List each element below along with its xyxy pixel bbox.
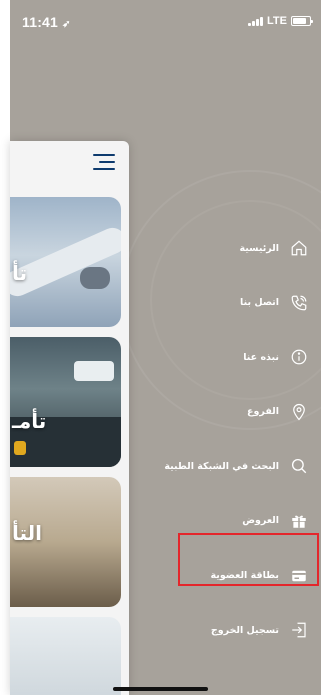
menu-item-label: اتصل بنا: [240, 297, 279, 309]
home-icon: [289, 238, 309, 258]
card-title: التأ: [12, 521, 43, 545]
side-menu: الرئيسية اتصل بنا نبذه عنا الفروع البحث …: [139, 230, 309, 667]
highlight-box: [178, 533, 319, 586]
vehicle-image: [74, 361, 114, 381]
status-indicators: LTE: [248, 15, 313, 27]
card-title: تأ: [12, 261, 28, 285]
info-icon: [289, 347, 309, 367]
time-text: 11:41: [22, 14, 59, 30]
phone-icon: [289, 293, 309, 313]
network-type: LTE: [267, 15, 287, 27]
search-icon: [289, 456, 309, 476]
menu-item-logout[interactable]: تسجيل الخروج: [139, 612, 309, 648]
menu-item-contact[interactable]: اتصل بنا: [139, 285, 309, 321]
menu-item-label: نبذه عنا: [243, 351, 279, 363]
status-time: 11:41 ➶: [22, 14, 71, 30]
gift-icon: [289, 511, 309, 531]
home-indicator[interactable]: [113, 687, 208, 691]
location-pin-icon: [289, 402, 309, 422]
main-content-panel[interactable]: تأ تأمـ التأ: [10, 141, 129, 695]
hamburger-menu-icon[interactable]: [93, 154, 115, 170]
service-card[interactable]: تأمـ: [10, 337, 121, 467]
menu-item-label: تسجيل الخروج: [210, 624, 279, 636]
signal-icon: [248, 16, 264, 26]
card-title: تأمـ: [12, 409, 47, 433]
airplane-engine-image: [80, 267, 110, 289]
service-card[interactable]: تأ: [10, 197, 121, 327]
screen-edge: [0, 0, 10, 695]
menu-item-home[interactable]: الرئيسية: [139, 230, 309, 266]
menu-item-label: الفروع: [247, 406, 279, 418]
car-image: [14, 441, 26, 455]
menu-item-label: العروض: [242, 515, 279, 527]
battery-icon: [291, 16, 313, 26]
service-card[interactable]: التأ: [10, 477, 121, 607]
service-card[interactable]: [10, 617, 121, 695]
location-arrow-icon: ➶: [62, 19, 71, 30]
logout-icon: [289, 620, 309, 640]
menu-item-about[interactable]: نبذه عنا: [139, 339, 309, 375]
status-bar: 11:41 ➶ LTE: [10, 0, 321, 44]
menu-item-branches[interactable]: الفروع: [139, 394, 309, 430]
menu-item-label: الرئيسية: [239, 242, 279, 254]
menu-item-label: البحث في الشبكة الطبية: [164, 460, 279, 472]
menu-item-medical-network-search[interactable]: البحث في الشبكة الطبية: [139, 448, 309, 484]
